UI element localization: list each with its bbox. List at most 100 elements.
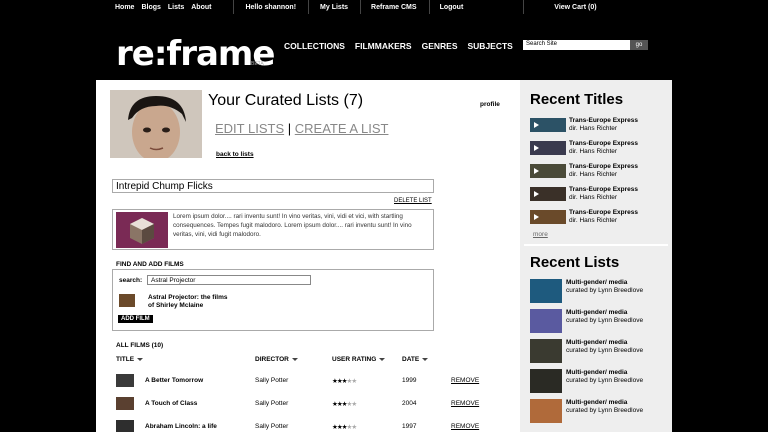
title-thumbnail[interactable] xyxy=(530,187,566,201)
recent-title-item[interactable]: Trans-Europe Express dir. Hans Richter xyxy=(530,186,666,204)
search-result[interactable]: Astral Projector: the films of Shirley M… xyxy=(148,294,227,310)
nav-home-link[interactable]: Home xyxy=(115,4,134,11)
title-thumbnail[interactable] xyxy=(530,141,566,155)
recent-title-item[interactable]: Trans-Europe Express dir. Hans Richter xyxy=(530,117,666,135)
site-search-input[interactable]: Search Site xyxy=(523,40,631,50)
more-titles-link[interactable]: more xyxy=(533,231,548,238)
col-date-sort[interactable]: DATE xyxy=(402,356,429,363)
list-thumbnail xyxy=(116,212,168,248)
list-name-input[interactable]: Intrepid Chump Flicks xyxy=(112,179,434,193)
nav-filmmakers[interactable]: FILMMAKERS xyxy=(355,41,412,51)
film-title[interactable]: A Better Tomorrow xyxy=(145,377,203,384)
film-row: Abraham Lincoln: a life Sally Potter ★★★★★… xyxy=(96,420,520,432)
remove-film-link[interactable]: REMOVE xyxy=(451,400,479,407)
create-list-link[interactable]: CREATE A LIST xyxy=(295,121,389,136)
col-director-sort[interactable]: DIRECTOR xyxy=(255,356,298,363)
list-curator: curated by Lynn Breedlove xyxy=(566,407,644,414)
recent-list-item[interactable]: Multi-gender/ media curated by Lynn Breed… xyxy=(530,309,666,335)
recent-list-item[interactable]: Multi-gender/ media curated by Lynn Breed… xyxy=(530,279,666,305)
list-title[interactable]: Multi-gender/ media xyxy=(566,279,627,286)
list-curator: curated by Lynn Breedlove xyxy=(566,317,644,324)
list-thumbnail[interactable] xyxy=(530,279,562,303)
title-name[interactable]: Trans-Europe Express xyxy=(569,140,638,147)
play-icon xyxy=(534,191,539,197)
sidebar-divider xyxy=(524,244,668,246)
nav-genres[interactable]: GENRES xyxy=(422,41,458,51)
recent-title-item[interactable]: Trans-Europe Express dir. Hans Richter xyxy=(530,163,666,181)
list-title[interactable]: Multi-gender/ media xyxy=(566,339,627,346)
my-lists-link[interactable]: My Lists xyxy=(320,4,348,11)
reframe-logo[interactable]: re:frame xyxy=(116,34,275,74)
header: re:frame BETA COLLECTIONS FILMMAKERS GEN… xyxy=(96,14,672,80)
remove-film-link[interactable]: REMOVE xyxy=(451,377,479,384)
result-thumbnail xyxy=(119,294,135,307)
list-curator: curated by Lynn Breedlove xyxy=(566,287,644,294)
list-actions: EDIT LISTS | CREATE A LIST xyxy=(215,121,388,136)
user-avatar xyxy=(110,90,202,158)
profile-link[interactable]: profile xyxy=(480,101,500,108)
list-title[interactable]: Multi-gender/ media xyxy=(566,369,627,376)
nav-lists-link[interactable]: Lists xyxy=(168,4,184,11)
logout-link[interactable]: Logout xyxy=(440,4,464,11)
nav-subjects[interactable]: SUBJECTS xyxy=(468,41,513,51)
nav-blogs-link[interactable]: Blogs xyxy=(141,4,160,11)
film-thumbnail[interactable] xyxy=(116,374,134,387)
film-title[interactable]: Abraham Lincoln: a life xyxy=(145,423,217,430)
film-thumbnail[interactable] xyxy=(116,397,134,410)
list-title[interactable]: Multi-gender/ media xyxy=(566,309,627,316)
film-rating-stars: ★★★★★ xyxy=(332,401,357,408)
view-cart-link[interactable]: View Cart (0) xyxy=(554,4,596,11)
col-rating-sort[interactable]: USER RATING xyxy=(332,356,386,363)
list-thumbnail[interactable] xyxy=(530,339,562,363)
back-to-lists-link[interactable]: back to lists xyxy=(216,151,254,158)
find-films-heading: FIND AND ADD FILMS xyxy=(116,261,184,268)
page: Home Blogs Lists About Hello shannon! My… xyxy=(96,0,672,432)
title-name[interactable]: Trans-Europe Express xyxy=(569,117,638,124)
chevron-down-icon xyxy=(422,357,429,361)
main-nav: COLLECTIONS FILMMAKERS GENRES SUBJECTS xyxy=(284,41,513,51)
add-film-button[interactable]: ADD FILM xyxy=(118,315,153,323)
list-thumbnail[interactable] xyxy=(530,399,562,423)
film-thumbnail[interactable] xyxy=(116,420,134,432)
film-year: 1997 xyxy=(402,423,417,430)
nav-collections[interactable]: COLLECTIONS xyxy=(284,41,345,51)
chevron-down-icon xyxy=(291,357,298,361)
list-title[interactable]: Multi-gender/ media xyxy=(566,399,627,406)
film-row: A Touch of Class Sally Potter ★★★★★ 2004 REM… xyxy=(96,397,520,417)
list-description-box[interactable]: Lorem ipsum dolor.... rari inventu sunt!… xyxy=(112,209,434,250)
title-thumbnail[interactable] xyxy=(530,210,566,224)
list-thumbnail[interactable] xyxy=(530,369,562,393)
title-name[interactable]: Trans-Europe Express xyxy=(569,163,638,170)
recent-title-item[interactable]: Trans-Europe Express dir. Hans Richter xyxy=(530,209,666,227)
remove-film-link[interactable]: REMOVE xyxy=(451,423,479,430)
list-curator: curated by Lynn Breedlove xyxy=(566,347,644,354)
delete-list-link[interactable]: DELETE LIST xyxy=(394,198,432,204)
reframe-cms-link[interactable]: Reframe CMS xyxy=(371,4,417,11)
recent-list-item[interactable]: Multi-gender/ media curated by Lynn Breed… xyxy=(530,339,666,365)
film-year: 1999 xyxy=(402,377,417,384)
col-title-sort[interactable]: TITLE xyxy=(116,356,144,363)
recent-list-item[interactable]: Multi-gender/ media curated by Lynn Breed… xyxy=(530,369,666,395)
beta-label: BETA xyxy=(251,61,264,67)
nav-about-link[interactable]: About xyxy=(191,4,211,11)
list-description: Lorem ipsum dolor.... rari inventu sunt!… xyxy=(173,213,412,238)
title-director: dir. Hans Richter xyxy=(569,171,618,178)
edit-lists-link[interactable]: EDIT LISTS xyxy=(215,121,284,136)
main-content: Your Curated Lists (7) profile EDIT LIST… xyxy=(96,80,520,432)
search-go-button[interactable]: go xyxy=(630,40,648,50)
recent-title-item[interactable]: Trans-Europe Express dir. Hans Richter xyxy=(530,140,666,158)
title-name[interactable]: Trans-Europe Express xyxy=(569,209,638,216)
recent-list-item[interactable]: Multi-gender/ media curated by Lynn Breed… xyxy=(530,399,666,425)
title-thumbnail[interactable] xyxy=(530,164,566,178)
title-name[interactable]: Trans-Europe Express xyxy=(569,186,638,193)
film-title[interactable]: A Touch of Class xyxy=(145,400,197,407)
film-search-input[interactable]: Astral Projector xyxy=(147,275,311,285)
list-thumbnail[interactable] xyxy=(530,309,562,333)
play-icon xyxy=(534,214,539,220)
title-thumbnail[interactable] xyxy=(530,118,566,132)
sidebar: Recent Titles Trans-Europe Express dir. H… xyxy=(520,80,672,432)
topbar-divider xyxy=(233,0,235,14)
chevron-down-icon xyxy=(137,357,144,361)
topbar-divider xyxy=(428,0,430,14)
film-row: A Better Tomorrow Sally Potter ★★★★★ 1999 RE… xyxy=(96,374,520,394)
